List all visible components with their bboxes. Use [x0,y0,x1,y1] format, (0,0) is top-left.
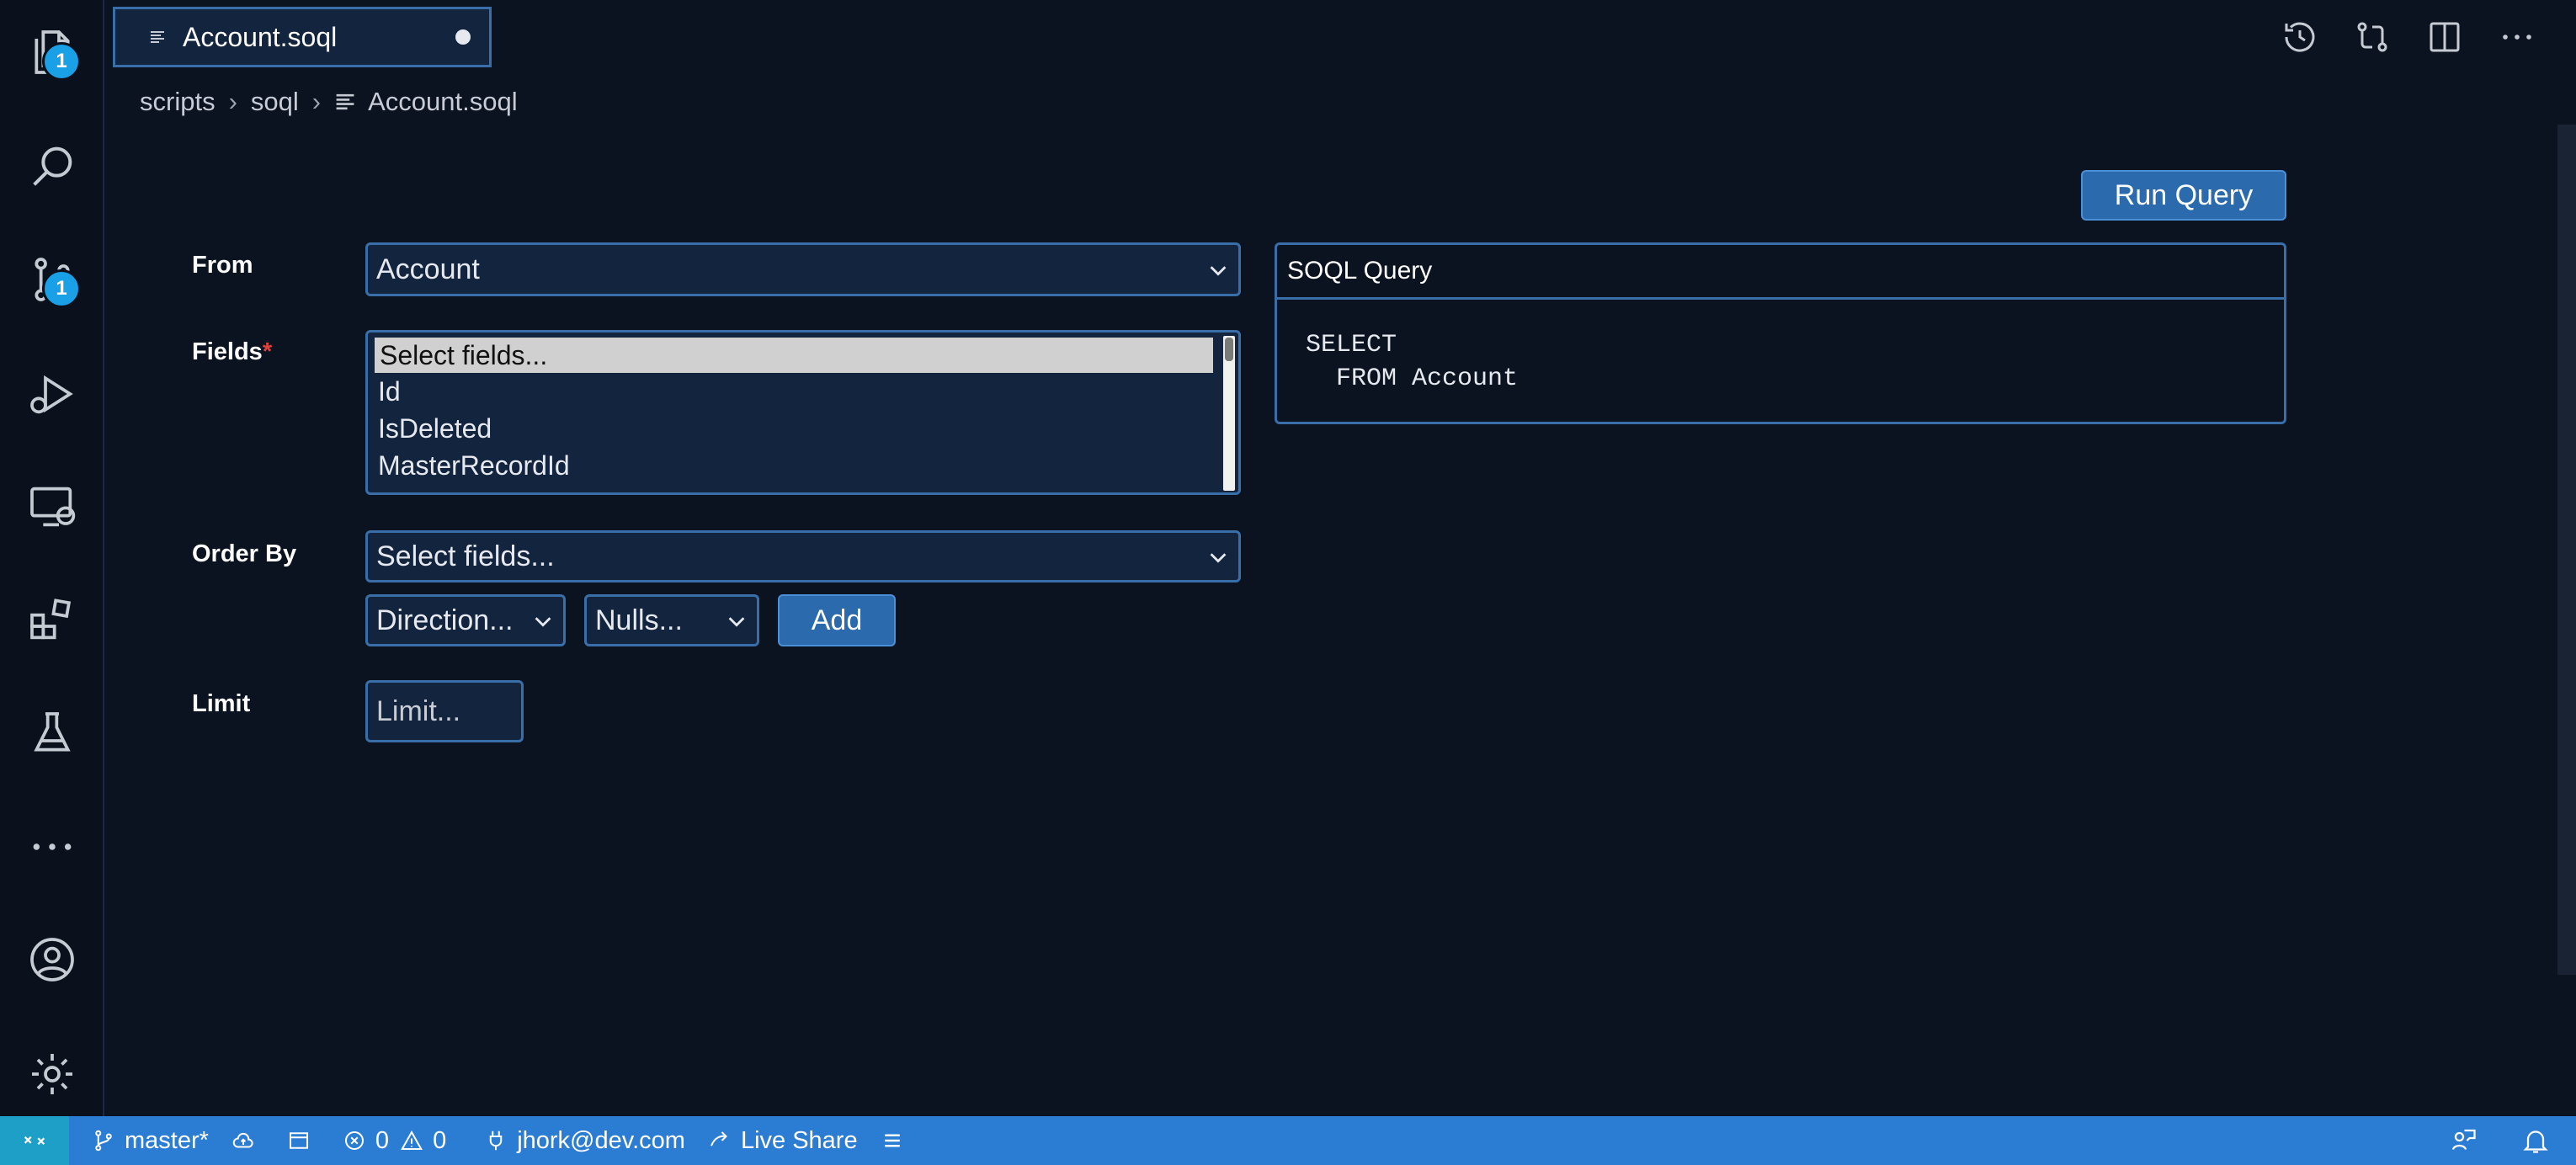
live-share-label: Live Share [740,1126,858,1154]
direction-select[interactable]: Direction... [365,594,566,646]
bell-icon[interactable] [2520,1125,2551,1156]
limit-input[interactable] [365,680,524,742]
soql-panel-title: SOQL Query [1277,245,2284,300]
listbox-scrollbar[interactable] [1223,336,1235,491]
menu-status[interactable] [880,1128,913,1153]
extensions-icon[interactable] [19,586,86,653]
chevron-down-icon [1210,553,1227,563]
nulls-placeholder: Nulls... [595,604,683,636]
list-item[interactable]: Id [368,373,1238,410]
chevron-down-icon [535,617,551,627]
fields-listbox[interactable]: Select fields... Id IsDeleted MasterReco… [365,330,1241,495]
fields-label: Fields* [192,338,272,366]
org-username: jhork@dev.com [517,1126,685,1154]
run-debug-icon[interactable] [19,360,86,428]
list-item[interactable]: Select fields... [375,338,1213,373]
branch-status[interactable]: master* [91,1127,209,1155]
compare-changes-icon[interactable] [2352,17,2392,57]
activity-bar: 1 1 [0,0,104,1116]
soql-line: FROM Account [1306,364,1519,393]
settings-gear-icon[interactable] [19,1040,86,1108]
limit-label: Limit [192,690,251,717]
order-by-placeholder: Select fields... [376,540,555,572]
source-control-icon[interactable]: 1 [19,246,86,313]
file-lines-icon [151,31,164,43]
chevron-right-icon: › [228,87,237,116]
git-branch-icon [95,1130,112,1152]
accounts-icon[interactable] [19,926,86,993]
direction-placeholder: Direction... [376,604,514,636]
add-order-by-button[interactable]: Add [778,594,896,646]
list-item[interactable]: MasterRecordId [368,447,1238,484]
tab-account-soql[interactable]: Account.soql [113,7,492,67]
scm-badge: 1 [42,269,81,308]
warning-icon [401,1130,423,1150]
split-editor-icon[interactable] [2424,17,2465,57]
nulls-select[interactable]: Nulls... [584,594,759,646]
soql-line: SELECT [1306,331,1397,359]
file-lines-icon [336,93,354,110]
chevron-down-icon [728,617,745,627]
scrollbar-thumb[interactable] [1225,338,1233,361]
required-mark: * [262,338,273,365]
chevron-right-icon: › [311,87,322,116]
list-item[interactable]: Name [368,484,1238,492]
more-icon[interactable] [19,813,86,880]
branch-name: master* [125,1126,209,1154]
testing-icon[interactable] [19,700,86,768]
order-by-label: Order By [192,540,297,567]
breadcrumb-item-file[interactable]: Account.soql [368,87,518,117]
problems-status[interactable]: 0 0 [342,1127,446,1155]
unsaved-dot-icon[interactable] [455,29,471,45]
editor-scrollbar[interactable] [2557,125,2576,975]
cloud-upload-icon [232,1132,253,1148]
from-select[interactable]: Account [365,242,1241,296]
tab-title: Account.soql [183,21,338,52]
panel-toggle[interactable] [286,1128,320,1153]
remote-explorer-icon[interactable] [19,473,86,540]
order-by-select[interactable]: Select fields... [365,530,1241,582]
status-right [2448,1125,2551,1156]
error-count: 0 [375,1126,390,1154]
from-label: From [192,252,253,279]
search-icon[interactable] [19,133,86,200]
editor-tab-bar: Account.soql [104,0,2576,77]
run-query-button[interactable]: Run Query [2081,170,2286,221]
explorer-badge: 1 [42,42,81,81]
list-item[interactable]: IsDeleted [368,410,1238,447]
explorer-icon[interactable]: 1 [19,19,86,86]
chevron-down-icon [1210,266,1227,276]
live-share-icon [711,1131,727,1146]
window-icon [289,1132,308,1149]
breadcrumb-item-soql[interactable]: soql [251,87,299,117]
more-actions-icon[interactable] [2497,17,2537,57]
sync-status[interactable] [231,1128,264,1153]
list-icon [884,1134,900,1147]
status-bar: master* 0 0 jhork@dev.com Live Share [0,1116,2576,1165]
error-icon [344,1131,364,1150]
soql-query-text[interactable]: SELECT FROM Account [1277,300,2284,396]
plug-icon [489,1130,503,1151]
live-share-status[interactable]: Live Share [707,1127,858,1155]
from-value: Account [376,253,480,285]
org-status[interactable]: jhork@dev.com [483,1127,685,1155]
breadcrumb-item-scripts[interactable]: scripts [140,87,216,117]
soql-query-panel: SOQL Query SELECT FROM Account [1275,242,2286,424]
editor-actions [2280,17,2537,57]
breadcrumb: scripts › soql › Account.soql [140,82,518,121]
fields-label-text: Fields [192,338,263,365]
history-icon[interactable] [2280,17,2320,57]
remote-indicator-icon[interactable] [0,1116,69,1165]
warning-count: 0 [433,1126,447,1154]
feedback-icon[interactable] [2448,1125,2478,1156]
